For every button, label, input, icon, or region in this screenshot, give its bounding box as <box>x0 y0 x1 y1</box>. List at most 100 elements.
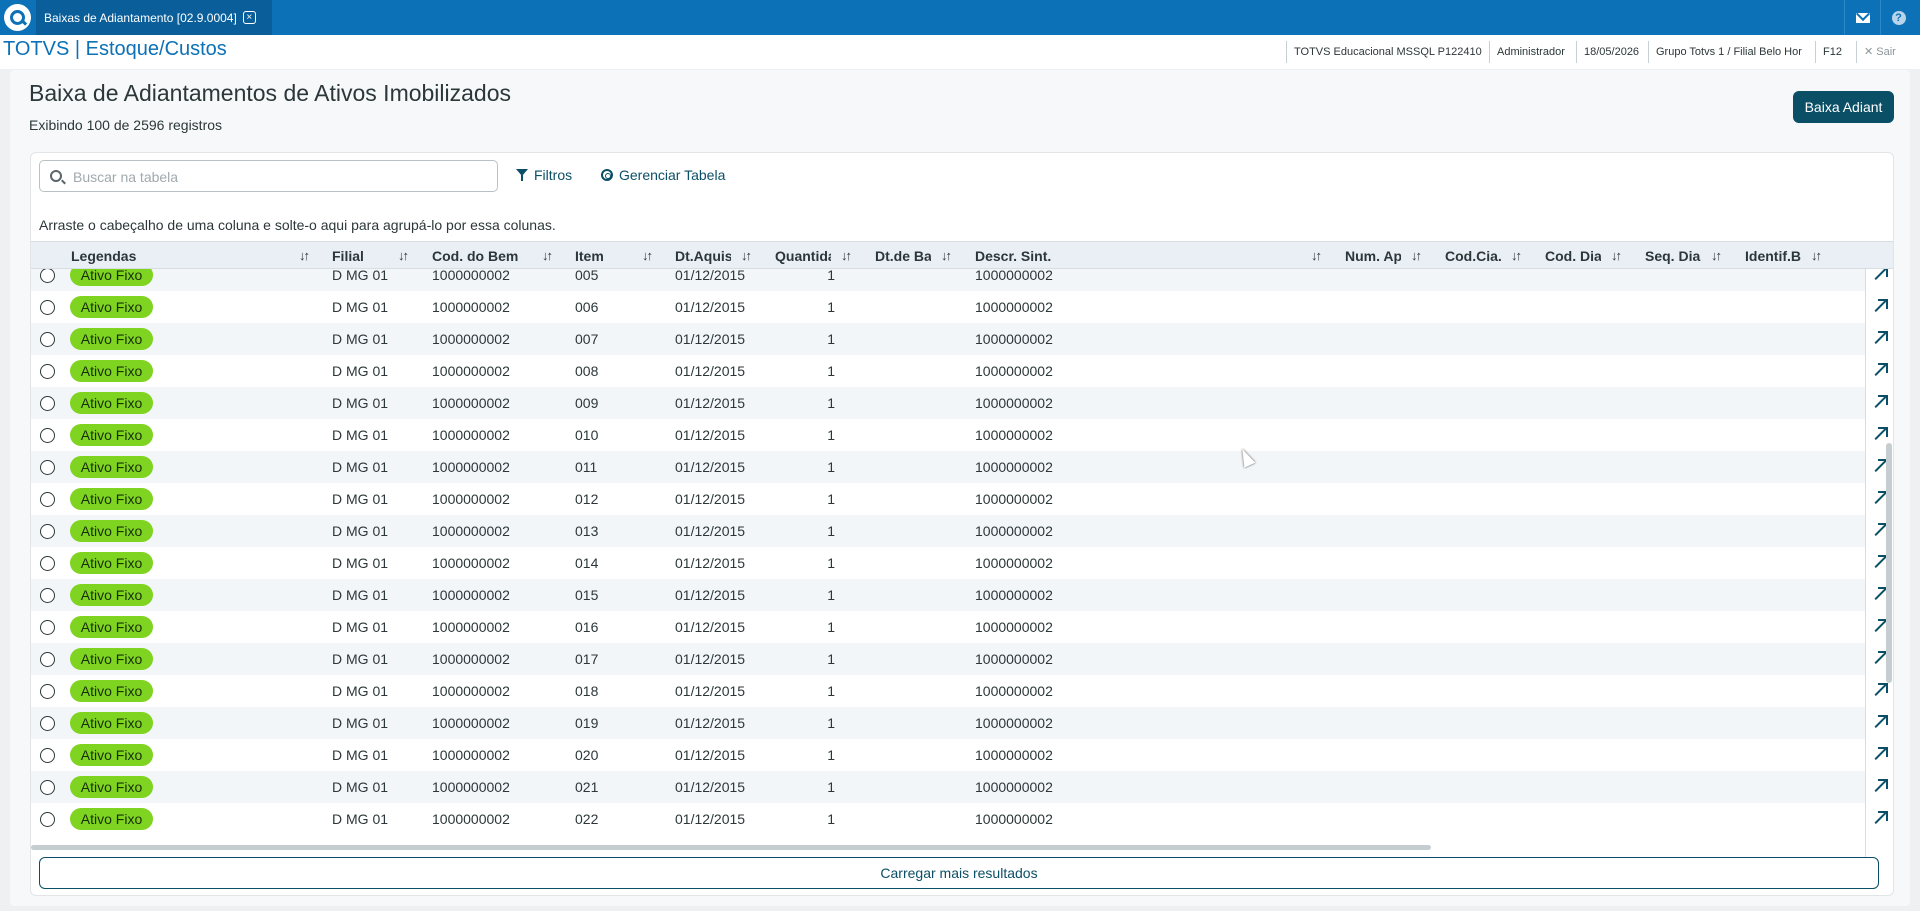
open-record-button[interactable] <box>1865 803 1893 835</box>
table-row[interactable]: Ativo Fixo D MG 01 1000000002 015 01/12/2015… <box>31 579 1865 611</box>
vertical-scrollbar[interactable] <box>1886 443 1892 683</box>
table-row[interactable]: Ativo Fixo D MG 01 1000000002 005 01/12/2015… <box>31 269 1865 291</box>
row-select-radio[interactable] <box>40 716 55 731</box>
row-select-radio[interactable] <box>40 524 55 539</box>
table-row[interactable]: Ativo Fixo D MG 01 1000000002 009 01/12/2015… <box>31 387 1865 419</box>
mail-icon[interactable] <box>1844 0 1880 35</box>
open-record-button[interactable] <box>1865 387 1893 419</box>
row-select-radio[interactable] <box>40 652 55 667</box>
row-select-radio[interactable] <box>40 460 55 475</box>
environment-label[interactable]: TOTVS Educacional MSSQL P122410 <box>1286 41 1489 63</box>
table-row[interactable]: Ativo Fixo D MG 01 1000000002 016 01/12/2015… <box>31 611 1865 643</box>
sort-icon[interactable]: ↓↑ <box>1411 242 1422 270</box>
table-row[interactable]: Ativo Fixo D MG 01 1000000002 020 01/12/2015… <box>31 739 1865 771</box>
sort-icon[interactable]: ↓↑ <box>841 242 852 270</box>
table-row[interactable]: Ativo Fixo D MG 01 1000000002 019 01/12/2015… <box>31 707 1865 739</box>
column-header-cod-dia[interactable]: Cod. Dia <box>1545 242 1601 270</box>
filter-icon <box>516 169 528 181</box>
row-select-radio[interactable] <box>40 620 55 635</box>
table-row[interactable]: Ativo Fixo D MG 01 1000000002 010 01/12/2015… <box>31 419 1865 451</box>
open-record-button[interactable] <box>1865 355 1893 387</box>
cell-quantidade: 1 <box>827 427 835 443</box>
row-select-radio[interactable] <box>40 556 55 571</box>
table-row[interactable]: Ativo Fixo D MG 01 1000000002 008 01/12/2015… <box>31 355 1865 387</box>
date-label[interactable]: 18/05/2026 <box>1576 41 1646 63</box>
row-select-radio[interactable] <box>40 684 55 699</box>
sort-icon[interactable]: ↓↑ <box>1311 242 1322 270</box>
column-header-descr-sint[interactable]: Descr. Sint. <box>975 242 1075 270</box>
table-row[interactable]: Ativo Fixo D MG 01 1000000002 006 01/12/2015… <box>31 291 1865 323</box>
cell-filial: D MG 01 <box>332 811 389 827</box>
sort-icon[interactable]: ↓↑ <box>1711 242 1722 270</box>
help-icon[interactable]: ? <box>1880 0 1916 35</box>
tab-baixas-adiantamento[interactable]: Baixas de Adiantamento [02.9.0004] × <box>36 0 272 35</box>
open-record-button[interactable] <box>1865 323 1893 355</box>
table-row[interactable]: Ativo Fixo D MG 01 1000000002 017 01/12/2015… <box>31 643 1865 675</box>
manage-table-button[interactable]: Gerenciar Tabela <box>601 167 725 183</box>
exit-button[interactable]: ✕ Sair <box>1856 41 1903 63</box>
legend-badge: Ativo Fixo <box>70 456 153 478</box>
search-input[interactable]: Buscar na tabela <box>39 160 498 192</box>
branch-label[interactable]: Grupo Totvs 1 / Filial Belo Hor <box>1648 41 1809 63</box>
shortcut-f12[interactable]: F12 <box>1815 41 1849 63</box>
open-record-button[interactable] <box>1865 269 1893 291</box>
column-header-filial[interactable]: Filial <box>332 242 392 270</box>
open-record-button[interactable] <box>1865 771 1893 803</box>
sort-icon[interactable]: ↓↑ <box>741 242 752 270</box>
row-select-radio[interactable] <box>40 812 55 827</box>
column-header-num-ap[interactable]: Num. Ap <box>1345 242 1401 270</box>
sort-icon[interactable]: ↓↑ <box>398 242 409 270</box>
column-header-quantidade[interactable]: Quantida <box>775 242 831 270</box>
filters-button[interactable]: Filtros <box>516 167 572 183</box>
open-record-button[interactable] <box>1865 291 1893 323</box>
row-select-radio[interactable] <box>40 269 55 283</box>
column-header-cod-bem[interactable]: Cod. do Bem <box>432 242 522 270</box>
cell-quantidade: 1 <box>827 331 835 347</box>
table-row[interactable]: Ativo Fixo D MG 01 1000000002 021 01/12/2015… <box>31 771 1865 803</box>
table-row[interactable]: Ativo Fixo D MG 01 1000000002 018 01/12/2015… <box>31 675 1865 707</box>
row-select-radio[interactable] <box>40 300 55 315</box>
sort-icon[interactable]: ↓↑ <box>1511 242 1522 270</box>
close-tab-icon[interactable]: × <box>242 11 256 24</box>
table-row[interactable]: Ativo Fixo D MG 01 1000000002 012 01/12/2015… <box>31 483 1865 515</box>
search-icon <box>50 170 62 182</box>
horizontal-scrollbar[interactable] <box>31 845 1431 850</box>
row-select-radio[interactable] <box>40 364 55 379</box>
totvs-logo-icon[interactable] <box>4 4 31 31</box>
user-label[interactable]: Administrador <box>1489 41 1572 63</box>
column-header-legendas[interactable]: Legendas <box>71 242 171 270</box>
sort-icon[interactable]: ↓↑ <box>642 242 653 270</box>
row-select-radio[interactable] <box>40 396 55 411</box>
cell-filial: D MG 01 <box>332 459 389 475</box>
open-record-button[interactable] <box>1865 739 1893 771</box>
sort-icon[interactable]: ↓↑ <box>1811 242 1822 270</box>
row-select-radio[interactable] <box>40 748 55 763</box>
column-header-dt-baixa[interactable]: Dt.de Ba <box>875 242 931 270</box>
row-select-radio[interactable] <box>40 492 55 507</box>
column-header-cod-cia[interactable]: Cod.Cia. <box>1445 242 1501 270</box>
sort-icon[interactable]: ↓↑ <box>1611 242 1622 270</box>
column-header-seq-dia[interactable]: Seq. Dia <box>1645 242 1701 270</box>
table-row[interactable]: Ativo Fixo D MG 01 1000000002 011 01/12/2015… <box>31 451 1865 483</box>
row-select-radio[interactable] <box>40 332 55 347</box>
sort-icon[interactable]: ↓↑ <box>542 242 553 270</box>
table-row[interactable]: Ativo Fixo D MG 01 1000000002 022 01/12/2015… <box>31 803 1865 835</box>
column-header-identif[interactable]: Identif.B <box>1745 242 1801 270</box>
cell-quantidade: 1 <box>827 269 835 283</box>
row-select-radio[interactable] <box>40 780 55 795</box>
load-more-button[interactable]: Carregar mais resultados <box>39 857 1879 889</box>
table-row[interactable]: Ativo Fixo D MG 01 1000000002 013 01/12/2015… <box>31 515 1865 547</box>
row-select-radio[interactable] <box>40 428 55 443</box>
column-header-item[interactable]: Item <box>575 242 635 270</box>
table-row[interactable]: Ativo Fixo D MG 01 1000000002 007 01/12/2015… <box>31 323 1865 355</box>
arrow-up-right-icon <box>1874 587 1888 600</box>
column-header-dt-aquis[interactable]: Dt.Aquis <box>675 242 731 270</box>
cell-descr-sint: 1000000002 <box>975 427 1053 443</box>
sort-icon[interactable]: ↓↑ <box>941 242 952 270</box>
open-record-button[interactable] <box>1865 707 1893 739</box>
group-drop-zone[interactable]: Arraste o cabeçalho de uma coluna e solt… <box>39 217 556 233</box>
row-select-radio[interactable] <box>40 588 55 603</box>
baixa-adiant-button[interactable]: Baixa Adiant <box>1793 91 1894 123</box>
sort-icon[interactable]: ↓↑ <box>299 242 310 270</box>
table-row[interactable]: Ativo Fixo D MG 01 1000000002 014 01/12/2015… <box>31 547 1865 579</box>
